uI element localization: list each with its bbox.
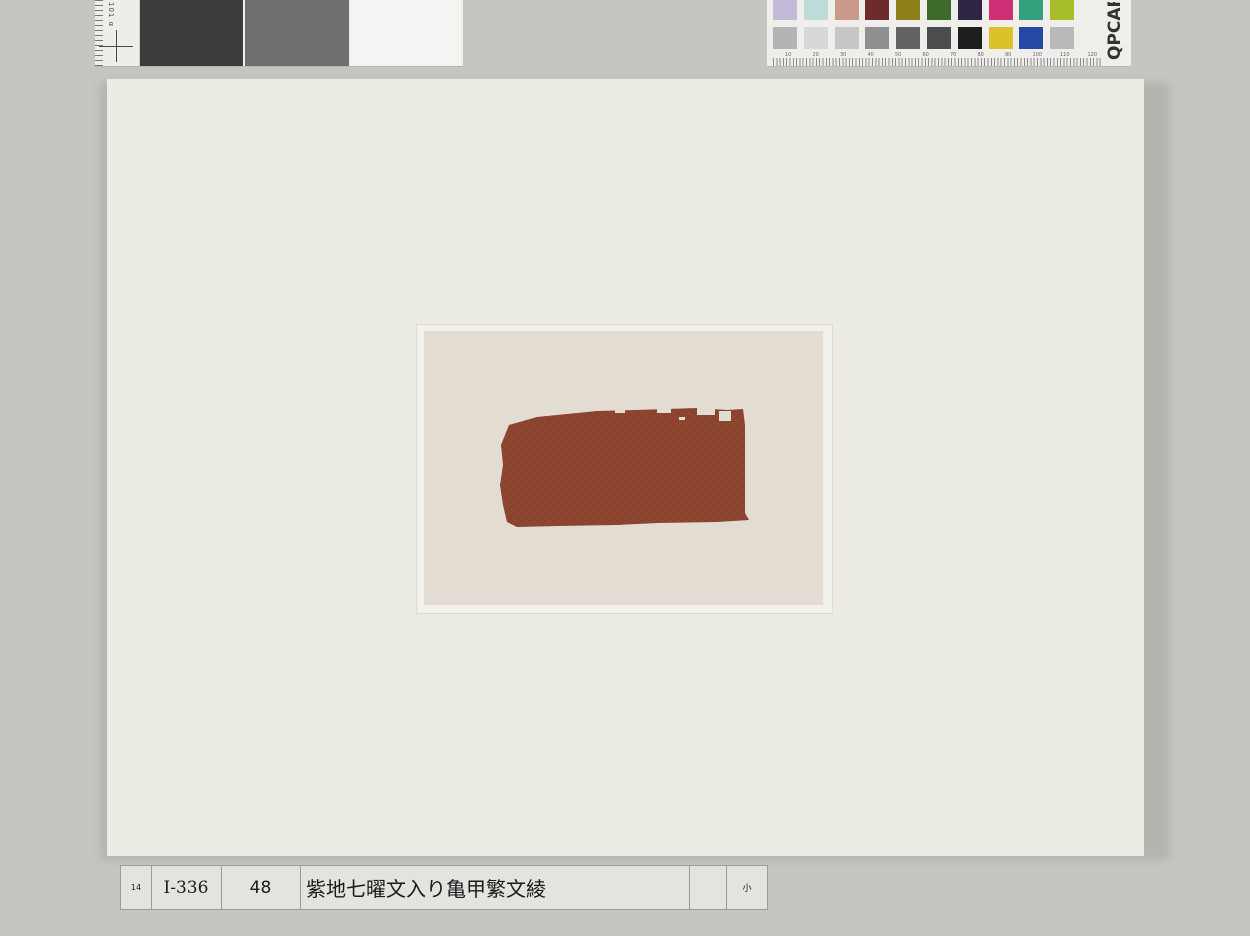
color-swatch — [927, 27, 951, 49]
color-swatch — [1050, 27, 1075, 49]
brand-logo: QPCARD — [1105, 2, 1125, 60]
label-title: 紫地七曜文入り亀甲繁文綾 — [300, 866, 690, 909]
label-number: 14 — [121, 866, 152, 909]
color-swatch — [865, 0, 890, 20]
ruler-ticks — [95, 0, 103, 66]
color-swatch — [988, 27, 1013, 49]
color-checker-card: 10 20 30 40 50 60 70 80 90 100 110 120 — [767, 0, 1131, 67]
color-swatch — [896, 27, 921, 49]
gray-scale-card: 101 α — [95, 0, 463, 67]
gray-patch-white — [351, 0, 461, 66]
label-catalog-id: I-336 — [151, 866, 222, 909]
color-swatch — [988, 0, 1013, 20]
label-item-number: 48 — [221, 866, 301, 909]
label-blank-cell — [690, 866, 727, 909]
color-swatch — [896, 0, 921, 20]
scale-ruler — [773, 58, 1103, 66]
textile-pattern — [500, 408, 749, 527]
color-swatch — [927, 0, 951, 20]
textile-fragment — [500, 407, 749, 527]
color-swatch — [1019, 0, 1044, 20]
ruler-strip: 101 α — [95, 0, 140, 66]
color-swatch — [957, 27, 982, 49]
gray-patch-dark — [140, 0, 243, 66]
gray-patch-mid — [245, 0, 349, 66]
color-swatch — [803, 27, 828, 49]
color-swatch — [773, 0, 797, 20]
catalog-label: 14 I-336 48 紫地七曜文入り亀甲繁文綾 小 — [120, 865, 768, 910]
color-swatch — [773, 27, 797, 49]
color-swatch — [834, 27, 859, 49]
ruler-label: 101 α — [107, 2, 115, 28]
crosshair-vertical — [116, 30, 117, 62]
color-swatch — [1019, 27, 1044, 49]
color-swatch — [957, 0, 982, 20]
color-swatch — [865, 27, 890, 49]
color-swatch — [803, 0, 828, 20]
color-swatch — [834, 0, 859, 20]
label-size: 小 — [726, 866, 767, 909]
color-swatch — [1050, 0, 1075, 20]
